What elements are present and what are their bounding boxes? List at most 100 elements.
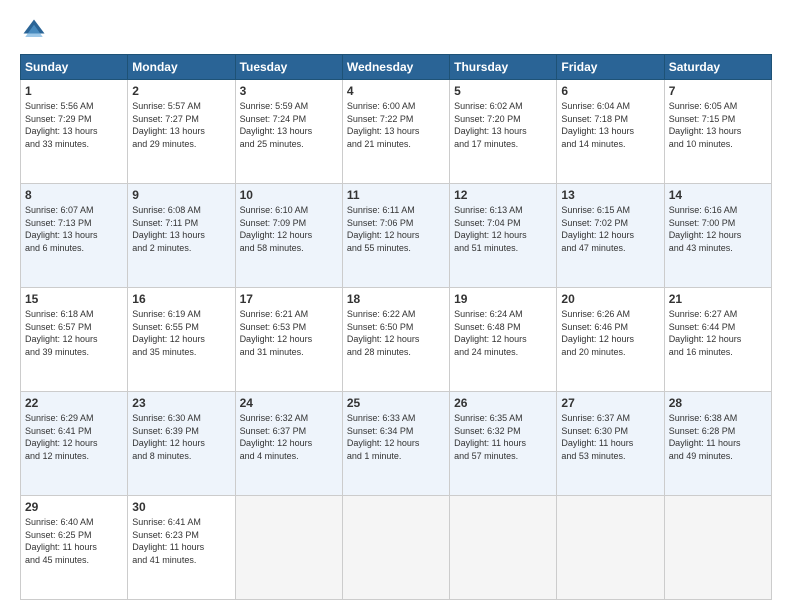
page: SundayMondayTuesdayWednesdayThursdayFrid… (0, 0, 792, 612)
calendar-cell: 24 Sunrise: 6:32 AM Sunset: 6:37 PM Dayli… (235, 392, 342, 496)
calendar-cell: 17 Sunrise: 6:21 AM Sunset: 6:53 PM Dayli… (235, 288, 342, 392)
day-number: 19 (454, 292, 552, 306)
day-info: Sunrise: 6:04 AM Sunset: 7:18 PM Dayligh… (561, 100, 659, 150)
week-row-4: 22 Sunrise: 6:29 AM Sunset: 6:41 PM Dayli… (21, 392, 772, 496)
weekday-header-friday: Friday (557, 55, 664, 80)
weekday-header-wednesday: Wednesday (342, 55, 449, 80)
day-number: 16 (132, 292, 230, 306)
day-number: 9 (132, 188, 230, 202)
calendar-cell: 6 Sunrise: 6:04 AM Sunset: 7:18 PM Daylig… (557, 80, 664, 184)
day-info: Sunrise: 6:21 AM Sunset: 6:53 PM Dayligh… (240, 308, 338, 358)
weekday-header-monday: Monday (128, 55, 235, 80)
week-row-1: 1 Sunrise: 5:56 AM Sunset: 7:29 PM Daylig… (21, 80, 772, 184)
day-number: 5 (454, 84, 552, 98)
day-number: 17 (240, 292, 338, 306)
day-info: Sunrise: 6:00 AM Sunset: 7:22 PM Dayligh… (347, 100, 445, 150)
day-number: 21 (669, 292, 767, 306)
weekday-header-tuesday: Tuesday (235, 55, 342, 80)
day-number: 4 (347, 84, 445, 98)
day-number: 2 (132, 84, 230, 98)
day-number: 11 (347, 188, 445, 202)
calendar-cell: 16Sunrise: 6:19 AM Sunset: 6:55 PM Dayli… (128, 288, 235, 392)
calendar-cell: 28Sunrise: 6:38 AM Sunset: 6:28 PM Dayli… (664, 392, 771, 496)
day-info: Sunrise: 6:35 AM Sunset: 6:32 PM Dayligh… (454, 412, 552, 462)
day-number: 7 (669, 84, 767, 98)
calendar-cell: 18 Sunrise: 6:22 AM Sunset: 6:50 PM Dayli… (342, 288, 449, 392)
calendar-cell: 15 Sunrise: 6:18 AM Sunset: 6:57 PM Dayli… (21, 288, 128, 392)
calendar-cell (557, 496, 664, 600)
calendar-cell: 20 Sunrise: 6:26 AM Sunset: 6:46 PM Dayli… (557, 288, 664, 392)
day-number: 30 (132, 500, 230, 514)
calendar-cell: 27Sunrise: 6:37 AM Sunset: 6:30 PM Dayli… (557, 392, 664, 496)
day-number: 27 (561, 396, 659, 410)
day-number: 15 (25, 292, 123, 306)
calendar-cell (235, 496, 342, 600)
week-row-5: 29 Sunrise: 6:40 AM Sunset: 6:25 PM Dayli… (21, 496, 772, 600)
day-info: Sunrise: 6:02 AM Sunset: 7:20 PM Dayligh… (454, 100, 552, 150)
day-number: 12 (454, 188, 552, 202)
weekday-header-thursday: Thursday (450, 55, 557, 80)
day-info: Sunrise: 6:18 AM Sunset: 6:57 PM Dayligh… (25, 308, 123, 358)
calendar-cell: 3 Sunrise: 5:59 AM Sunset: 7:24 PM Daylig… (235, 80, 342, 184)
day-info: Sunrise: 5:59 AM Sunset: 7:24 PM Dayligh… (240, 100, 338, 150)
calendar-cell: 23 Sunrise: 6:30 AM Sunset: 6:39 PM Dayli… (128, 392, 235, 496)
day-number: 23 (132, 396, 230, 410)
logo-icon (20, 16, 48, 44)
calendar-cell: 25 Sunrise: 6:33 AM Sunset: 6:34 PM Dayli… (342, 392, 449, 496)
calendar-cell: 10Sunrise: 6:10 AM Sunset: 7:09 PM Dayli… (235, 184, 342, 288)
calendar-cell (664, 496, 771, 600)
day-info: Sunrise: 6:22 AM Sunset: 6:50 PM Dayligh… (347, 308, 445, 358)
calendar-cell: 30 Sunrise: 6:41 AM Sunset: 6:23 PM Dayli… (128, 496, 235, 600)
day-number: 18 (347, 292, 445, 306)
calendar-cell: 9 Sunrise: 6:08 AM Sunset: 7:11 PM Daylig… (128, 184, 235, 288)
day-number: 20 (561, 292, 659, 306)
day-info: Sunrise: 6:29 AM Sunset: 6:41 PM Dayligh… (25, 412, 123, 462)
day-info: Sunrise: 6:16 AM Sunset: 7:00 PM Dayligh… (669, 204, 767, 254)
calendar-cell: 21 Sunrise: 6:27 AM Sunset: 6:44 PM Dayli… (664, 288, 771, 392)
calendar-cell: 7 Sunrise: 6:05 AM Sunset: 7:15 PM Daylig… (664, 80, 771, 184)
day-info: Sunrise: 6:10 AM Sunset: 7:09 PM Dayligh… (240, 204, 338, 254)
day-info: Sunrise: 6:15 AM Sunset: 7:02 PM Dayligh… (561, 204, 659, 254)
day-info: Sunrise: 5:57 AM Sunset: 7:27 PM Dayligh… (132, 100, 230, 150)
calendar-cell: 8 Sunrise: 6:07 AM Sunset: 7:13 PM Daylig… (21, 184, 128, 288)
day-info: Sunrise: 6:07 AM Sunset: 7:13 PM Dayligh… (25, 204, 123, 254)
calendar-cell: 5 Sunrise: 6:02 AM Sunset: 7:20 PM Daylig… (450, 80, 557, 184)
day-info: Sunrise: 5:56 AM Sunset: 7:29 PM Dayligh… (25, 100, 123, 150)
day-info: Sunrise: 6:08 AM Sunset: 7:11 PM Dayligh… (132, 204, 230, 254)
day-number: 3 (240, 84, 338, 98)
day-number: 1 (25, 84, 123, 98)
day-info: Sunrise: 6:33 AM Sunset: 6:34 PM Dayligh… (347, 412, 445, 462)
week-row-3: 15 Sunrise: 6:18 AM Sunset: 6:57 PM Dayli… (21, 288, 772, 392)
calendar-cell (342, 496, 449, 600)
day-info: Sunrise: 6:32 AM Sunset: 6:37 PM Dayligh… (240, 412, 338, 462)
day-number: 14 (669, 188, 767, 202)
day-number: 24 (240, 396, 338, 410)
calendar-cell (450, 496, 557, 600)
calendar-cell: 2 Sunrise: 5:57 AM Sunset: 7:27 PM Daylig… (128, 80, 235, 184)
day-info: Sunrise: 6:27 AM Sunset: 6:44 PM Dayligh… (669, 308, 767, 358)
weekday-header-sunday: Sunday (21, 55, 128, 80)
calendar-cell: 19 Sunrise: 6:24 AM Sunset: 6:48 PM Dayli… (450, 288, 557, 392)
day-info: Sunrise: 6:26 AM Sunset: 6:46 PM Dayligh… (561, 308, 659, 358)
day-number: 8 (25, 188, 123, 202)
day-info: Sunrise: 6:05 AM Sunset: 7:15 PM Dayligh… (669, 100, 767, 150)
weekday-header-saturday: Saturday (664, 55, 771, 80)
day-info: Sunrise: 6:41 AM Sunset: 6:23 PM Dayligh… (132, 516, 230, 566)
calendar-cell: 22 Sunrise: 6:29 AM Sunset: 6:41 PM Dayli… (21, 392, 128, 496)
day-number: 6 (561, 84, 659, 98)
calendar-table: SundayMondayTuesdayWednesdayThursdayFrid… (20, 54, 772, 600)
day-info: Sunrise: 6:38 AM Sunset: 6:28 PM Dayligh… (669, 412, 767, 462)
weekday-header-row: SundayMondayTuesdayWednesdayThursdayFrid… (21, 55, 772, 80)
calendar-cell: 11Sunrise: 6:11 AM Sunset: 7:06 PM Dayli… (342, 184, 449, 288)
day-info: Sunrise: 6:24 AM Sunset: 6:48 PM Dayligh… (454, 308, 552, 358)
day-info: Sunrise: 6:30 AM Sunset: 6:39 PM Dayligh… (132, 412, 230, 462)
calendar-cell: 26Sunrise: 6:35 AM Sunset: 6:32 PM Dayli… (450, 392, 557, 496)
day-number: 25 (347, 396, 445, 410)
calendar-cell: 13 Sunrise: 6:15 AM Sunset: 7:02 PM Dayli… (557, 184, 664, 288)
day-number: 22 (25, 396, 123, 410)
day-info: Sunrise: 6:40 AM Sunset: 6:25 PM Dayligh… (25, 516, 123, 566)
day-number: 13 (561, 188, 659, 202)
day-info: Sunrise: 6:13 AM Sunset: 7:04 PM Dayligh… (454, 204, 552, 254)
day-number: 29 (25, 500, 123, 514)
calendar-cell: 12 Sunrise: 6:13 AM Sunset: 7:04 PM Dayli… (450, 184, 557, 288)
